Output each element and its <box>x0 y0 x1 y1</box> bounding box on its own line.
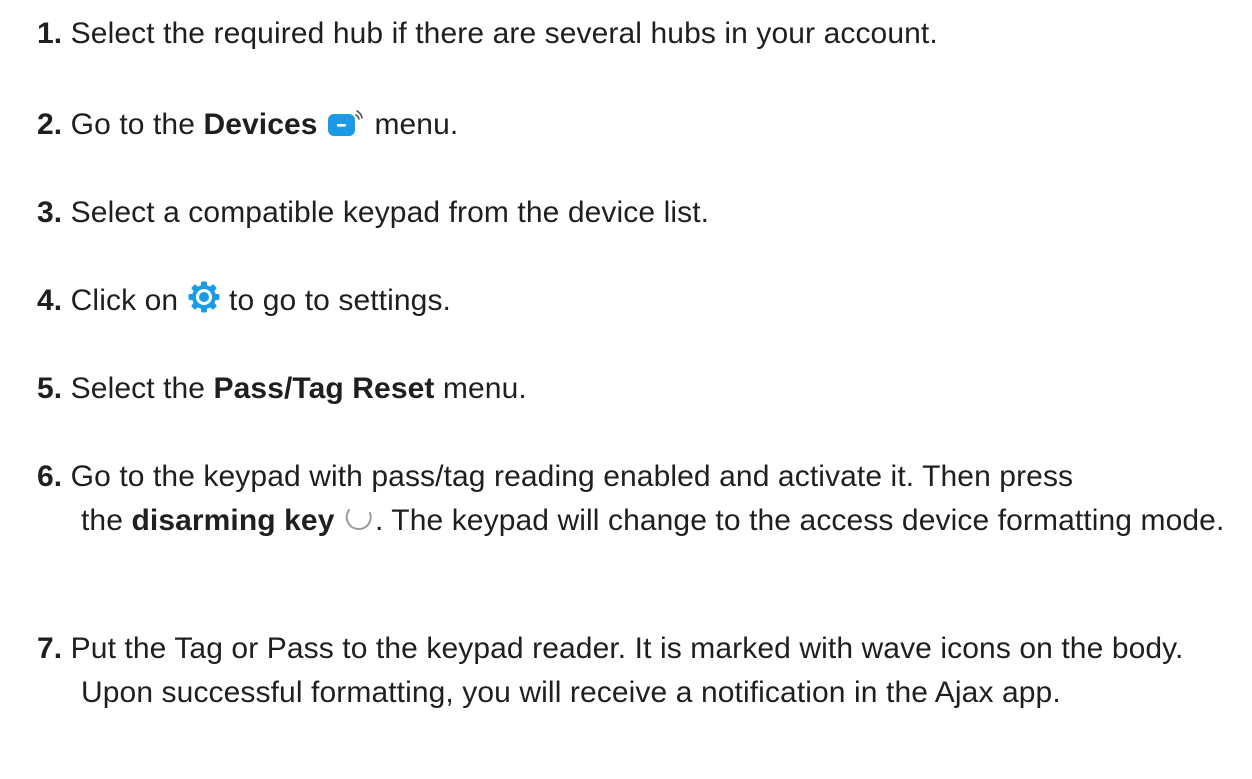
step-1: 1. Select the required hub if there are … <box>37 12 1246 56</box>
pass-tag-reset-menu-label: Pass/Tag Reset <box>213 372 435 405</box>
step-number: 7. <box>37 632 63 665</box>
step-4: 4. Click on to go to settings. <box>37 279 1246 323</box>
step-number: 6. <box>37 460 63 493</box>
step-number: 4. <box>37 284 63 317</box>
step-text: Click on <box>70 284 179 317</box>
step-2: 2. Go to the Devices menu. <box>37 103 1246 147</box>
devices-icon <box>326 108 366 138</box>
step-text: Select the required hub if there are sev… <box>70 17 938 50</box>
step-number: 5. <box>37 372 63 405</box>
step-number: 2. <box>37 108 63 141</box>
step-text: Put the Tag or Pass to the keypad reader… <box>70 632 1184 709</box>
devices-menu-label: Devices <box>203 108 318 141</box>
step-7: 7. Put the Tag or Pass to the keypad rea… <box>37 627 1246 715</box>
instruction-list: 1. Select the required hub if there are … <box>0 0 1252 779</box>
step-text: the <box>81 504 124 537</box>
step-number: 1. <box>37 17 63 50</box>
step-5: 5. Select the Pass/Tag Reset menu. <box>37 367 1246 411</box>
step-number: 3. <box>37 196 63 229</box>
step-text: to go to settings. <box>229 284 451 317</box>
step-6-line-1: 6. Go to the keypad with pass/tag readin… <box>37 455 1246 499</box>
step-text: menu. <box>442 372 527 405</box>
gear-icon <box>187 280 221 314</box>
disarm-key-icon <box>343 504 375 534</box>
step-text: Go to the <box>70 108 195 141</box>
step-6-continuation: the disarming key . The keypad will chan… <box>37 499 1246 543</box>
disarming-key-label: disarming key <box>131 504 335 537</box>
step-text: . The keypad will change to the access d… <box>374 504 1225 537</box>
step-text: Select a compatible keypad from the devi… <box>70 196 710 229</box>
step-3: 3. Select a compatible keypad from the d… <box>37 191 1246 235</box>
step-6: 6. Go to the keypad with pass/tag readin… <box>37 455 1246 543</box>
step-text: Go to the keypad with pass/tag reading e… <box>70 460 1074 493</box>
step-text: Select the <box>70 372 206 405</box>
step-text: menu. <box>374 108 459 141</box>
